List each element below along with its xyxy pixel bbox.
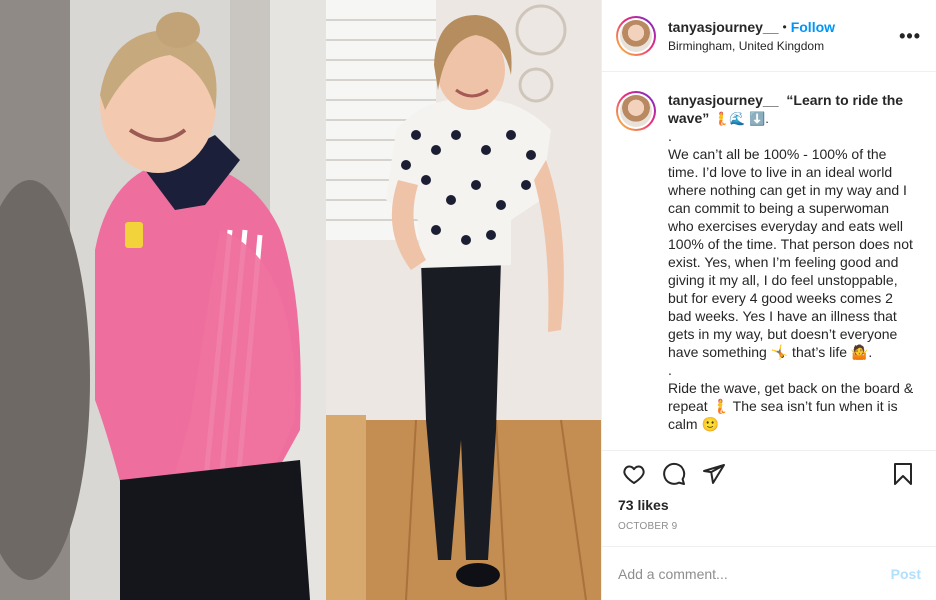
caption-paragraph: Ride the wave, get back on the board & r… xyxy=(668,380,914,432)
paper-plane-icon[interactable] xyxy=(694,454,734,494)
avatar[interactable] xyxy=(616,15,656,56)
header-separator: • xyxy=(782,19,787,34)
caption-paragraph: We can’t all be 100% - 100% of the time.… xyxy=(668,146,913,360)
comment-bubble-icon[interactable] xyxy=(654,454,694,494)
post-side-panel: tanyasjourney__ • Follow Birmingham, Uni… xyxy=(601,0,936,600)
caption-text: tanyasjourney__ “Learn to ride the wave”… xyxy=(668,91,914,449)
post-date[interactable]: OCTOBER 9 xyxy=(618,521,677,533)
heart-icon[interactable] xyxy=(614,454,654,494)
before-photo xyxy=(0,0,326,600)
profile-picture xyxy=(620,19,652,52)
likes-count-link[interactable]: 73 likes xyxy=(618,496,669,514)
post-comment-button[interactable]: Post xyxy=(891,566,921,582)
bookmark-icon[interactable] xyxy=(883,454,923,494)
header-username-link[interactable]: tanyasjourney__ xyxy=(668,18,779,36)
caption-avatar[interactable] xyxy=(616,91,656,131)
location-link[interactable]: Birmingham, United Kingdom xyxy=(668,38,899,54)
caption-line: . xyxy=(668,362,672,378)
post-media[interactable] xyxy=(0,0,601,600)
caption-username-link[interactable]: tanyasjourney__ xyxy=(668,92,779,108)
caption-line: . xyxy=(668,128,672,144)
follow-button[interactable]: Follow xyxy=(791,18,835,36)
caption-title-emojis: 🧜🌊 ⬇️. xyxy=(713,111,769,126)
comment-input[interactable] xyxy=(618,565,891,582)
comment-form: Post xyxy=(602,546,936,600)
more-options-icon[interactable]: ••• xyxy=(899,27,921,45)
caption-profile-picture xyxy=(620,95,652,127)
caption-area: tanyasjourney__ “Learn to ride the wave”… xyxy=(602,73,936,449)
header-text: tanyasjourney__ • Follow Birmingham, Uni… xyxy=(668,18,899,54)
post-header: tanyasjourney__ • Follow Birmingham, Uni… xyxy=(602,0,936,72)
action-bar xyxy=(602,450,936,496)
after-photo xyxy=(326,0,601,600)
